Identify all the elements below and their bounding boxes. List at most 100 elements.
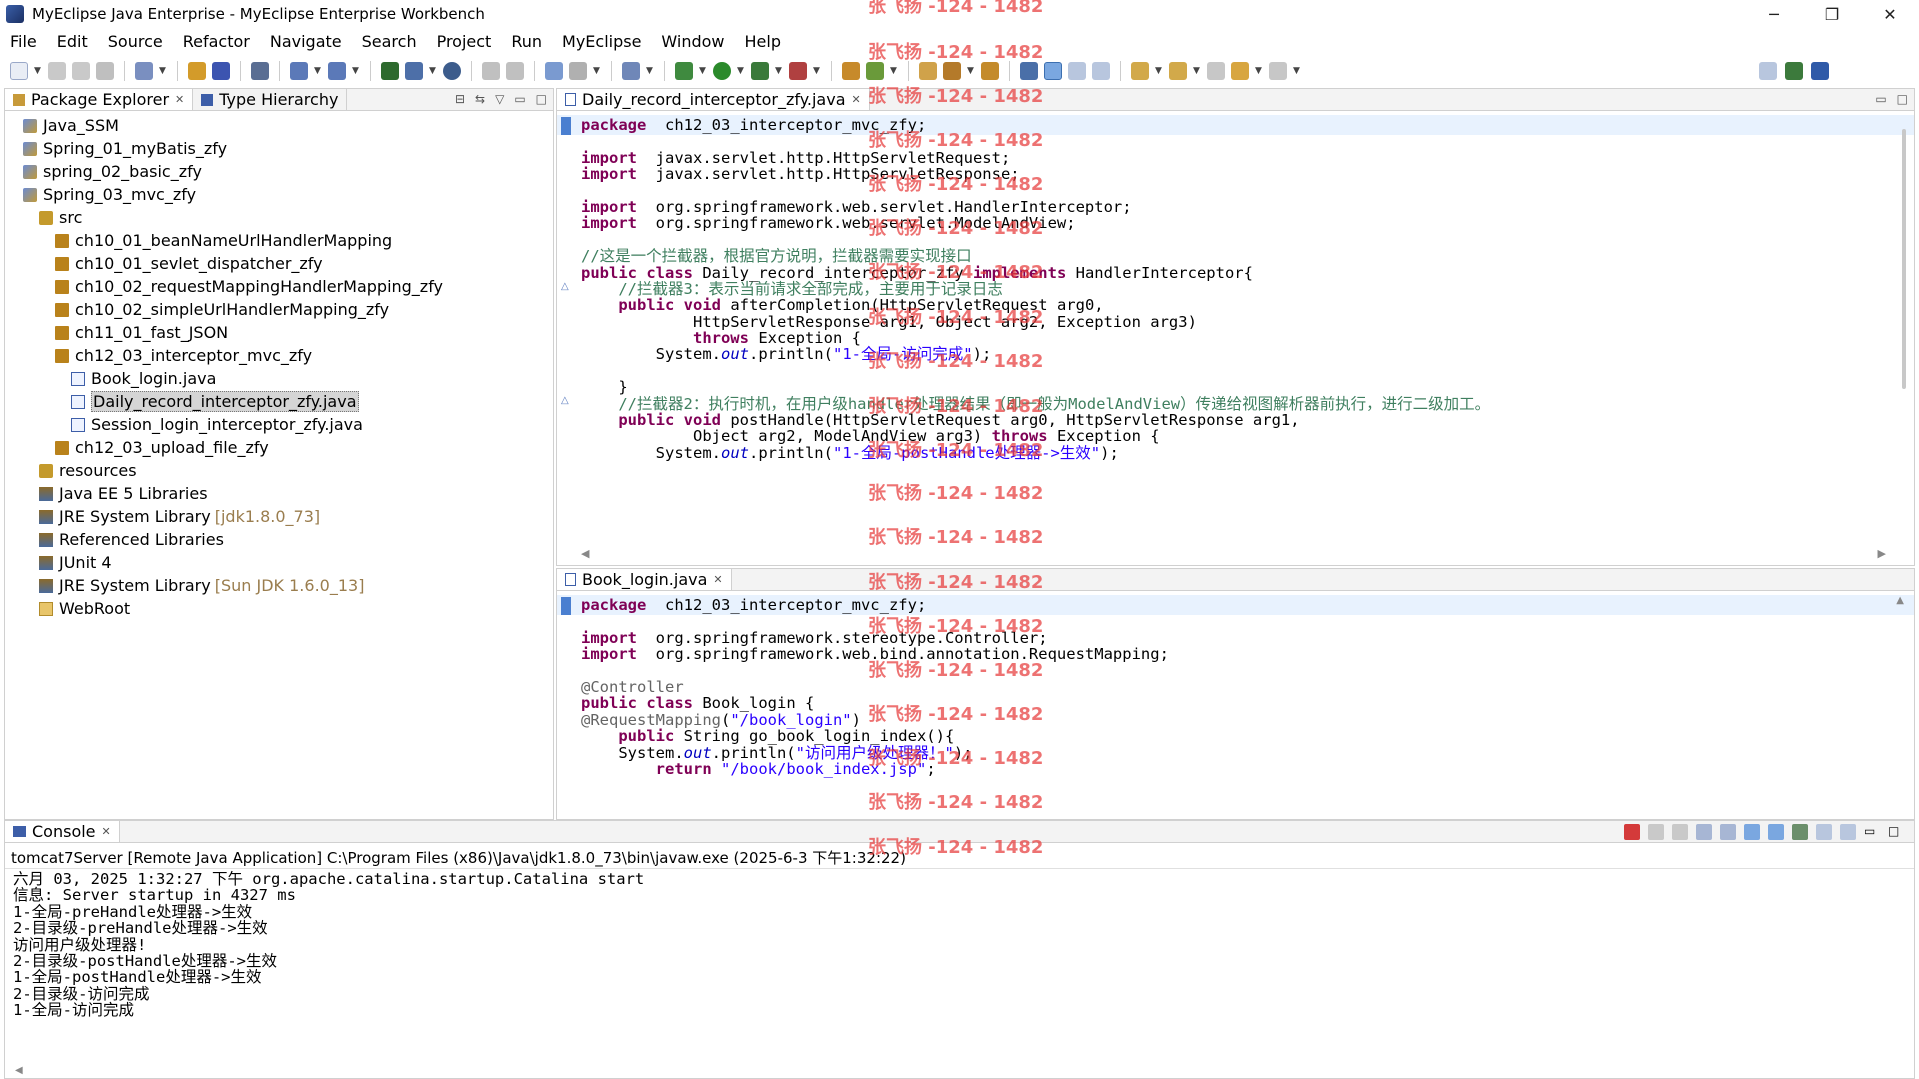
menu-file[interactable]: File [0,32,47,51]
scroll-right-icon[interactable]: ▶ [1878,547,1886,561]
restore-button[interactable]: ❐ [1803,0,1861,28]
dropdown-arrow-icon[interactable]: ▼ [314,62,322,80]
code-area[interactable]: package ch12_03_interceptor_mvc_zfy; imp… [581,595,1884,778]
scroll-left-icon[interactable]: ◀ [581,547,589,561]
pin-console-icon[interactable] [1792,824,1808,840]
tab-package-explorer[interactable]: Package Explorer ✕ [5,89,194,110]
menu-project[interactable]: Project [427,32,502,51]
external-tools-icon[interactable] [789,62,807,80]
tree-item[interactable]: ch12_03_interceptor_mvc_zfy [5,344,553,367]
toggle2-icon[interactable] [506,62,524,80]
bookmark-icon[interactable] [981,62,999,80]
tree-item[interactable]: Spring_03_mvc_zfy [5,183,553,206]
new-icon[interactable] [10,62,28,80]
tree-item[interactable]: spring_02_basic_zfy [5,160,553,183]
scroll-lock-icon[interactable] [1720,824,1736,840]
minimize-view-icon[interactable]: ▭ [1864,824,1880,840]
collapse-all-icon[interactable]: ⊟ [455,92,465,106]
server-icon[interactable] [251,62,269,80]
tree-item[interactable]: Book_login.java [5,367,553,390]
show-stderr-icon[interactable] [1768,824,1784,840]
menu-source[interactable]: Source [98,32,173,51]
dropdown-arrow-icon[interactable]: ▼ [429,62,437,80]
run-server-icon[interactable] [405,62,423,80]
globe-icon[interactable] [443,62,461,80]
run-last-icon[interactable] [751,62,769,80]
forward-icon[interactable] [1269,62,1287,80]
dropdown-arrow-icon[interactable]: ▼ [1293,62,1301,80]
open-type-hierarchy-icon[interactable] [842,62,860,80]
java-perspective-icon[interactable] [1811,62,1829,80]
dropdown-arrow-icon[interactable]: ▼ [646,62,654,80]
maximize-view-icon[interactable]: □ [1897,92,1908,106]
tree-item[interactable]: ch10_02_simpleUrlHandlerMapping_zfy [5,298,553,321]
tree-item[interactable]: Spring_01_myBatis_zfy [5,137,553,160]
dropdown-arrow-icon[interactable]: ▼ [1155,62,1163,80]
back-icon[interactable] [1231,62,1249,80]
deploy-icon[interactable] [290,62,308,80]
dropdown-arrow-icon[interactable]: ▼ [352,62,360,80]
block-selection-icon[interactable] [1068,62,1086,80]
maximize-view-icon[interactable]: □ [536,92,547,106]
scroll-up-icon[interactable]: ▲ [1896,595,1904,606]
print-icon[interactable] [96,62,114,80]
minimize-view-icon[interactable]: ▭ [514,92,525,106]
debug-icon[interactable] [675,62,693,80]
toggle-breadcrumb-icon[interactable] [1020,62,1038,80]
dropdown-arrow-icon[interactable]: ▼ [1255,62,1263,80]
show-stdout-icon[interactable] [1744,824,1760,840]
tree-item[interactable]: Java EE 5 Libraries [5,482,553,505]
clear-console-icon[interactable] [1696,824,1712,840]
tree-item[interactable]: Referenced Libraries [5,528,553,551]
new-package-icon[interactable] [569,62,587,80]
open-perspective-icon[interactable] [1759,62,1777,80]
task-icon[interactable] [943,62,961,80]
dropdown-arrow-icon[interactable]: ▼ [813,62,821,80]
tree-item[interactable]: WebRoot [5,597,553,620]
new-wizard-icon[interactable] [135,62,153,80]
tree-item[interactable]: JRE System Library [jdk1.8.0_73] [5,505,553,528]
menu-window[interactable]: Window [651,32,734,51]
open-type-icon[interactable] [188,62,206,80]
close-icon[interactable]: ✕ [102,825,111,838]
tree-item[interactable]: Session_login_interceptor_zfy.java [5,413,553,436]
dropdown-arrow-icon[interactable]: ▼ [890,62,898,80]
new-java-project-icon[interactable] [545,62,563,80]
tab-book-login-java[interactable]: Book_login.java ✕ [557,569,732,590]
menu-help[interactable]: Help [735,32,791,51]
open-console-icon[interactable] [1840,824,1856,840]
toggle-icon[interactable] [482,62,500,80]
dropdown-arrow-icon[interactable]: ▼ [1193,62,1201,80]
menu-search[interactable]: Search [352,32,427,51]
console-output[interactable]: 六月 03, 2025 1:32:27 下午 org.apache.catali… [13,869,644,1019]
menu-run[interactable]: Run [501,32,552,51]
tree-item[interactable]: Daily_record_interceptor_zfy.java [5,390,553,413]
manage-deployments-icon[interactable] [381,62,399,80]
run-icon[interactable] [713,62,731,80]
menu-edit[interactable]: Edit [47,32,98,51]
save-icon[interactable] [48,62,66,80]
maximize-view-icon[interactable]: □ [1888,824,1904,840]
dropdown-arrow-icon[interactable]: ▼ [159,62,167,80]
terminate-icon[interactable] [1624,824,1640,840]
close-icon[interactable]: ✕ [175,93,184,106]
mark-occurrences-icon[interactable] [1044,62,1062,80]
dropdown-arrow-icon[interactable]: ▼ [775,62,783,80]
scroll-left-icon[interactable]: ◀ [15,1065,23,1076]
minimize-view-icon[interactable]: ▭ [1875,92,1886,106]
minimize-button[interactable]: ─ [1745,0,1803,28]
save-all-icon[interactable] [72,62,90,80]
new-class-icon[interactable] [622,62,640,80]
open-task-icon[interactable] [212,62,230,80]
dropdown-arrow-icon[interactable]: ▼ [737,62,745,80]
display-selected-console-icon[interactable] [1816,824,1832,840]
tree-item[interactable]: src [5,206,553,229]
link-with-editor-icon[interactable]: ⇆ [475,92,485,106]
remove-all-terminated-icon[interactable] [1672,824,1688,840]
dropdown-arrow-icon[interactable]: ▼ [34,62,42,80]
menu-refactor[interactable]: Refactor [173,32,260,51]
tab-daily-record-java[interactable]: Daily_record_interceptor_zfy.java ✕ [557,89,870,110]
close-button[interactable]: ✕ [1861,0,1919,28]
tree-item[interactable]: ch10_01_sevlet_dispatcher_zfy [5,252,553,275]
dropdown-arrow-icon[interactable]: ▼ [699,62,707,80]
